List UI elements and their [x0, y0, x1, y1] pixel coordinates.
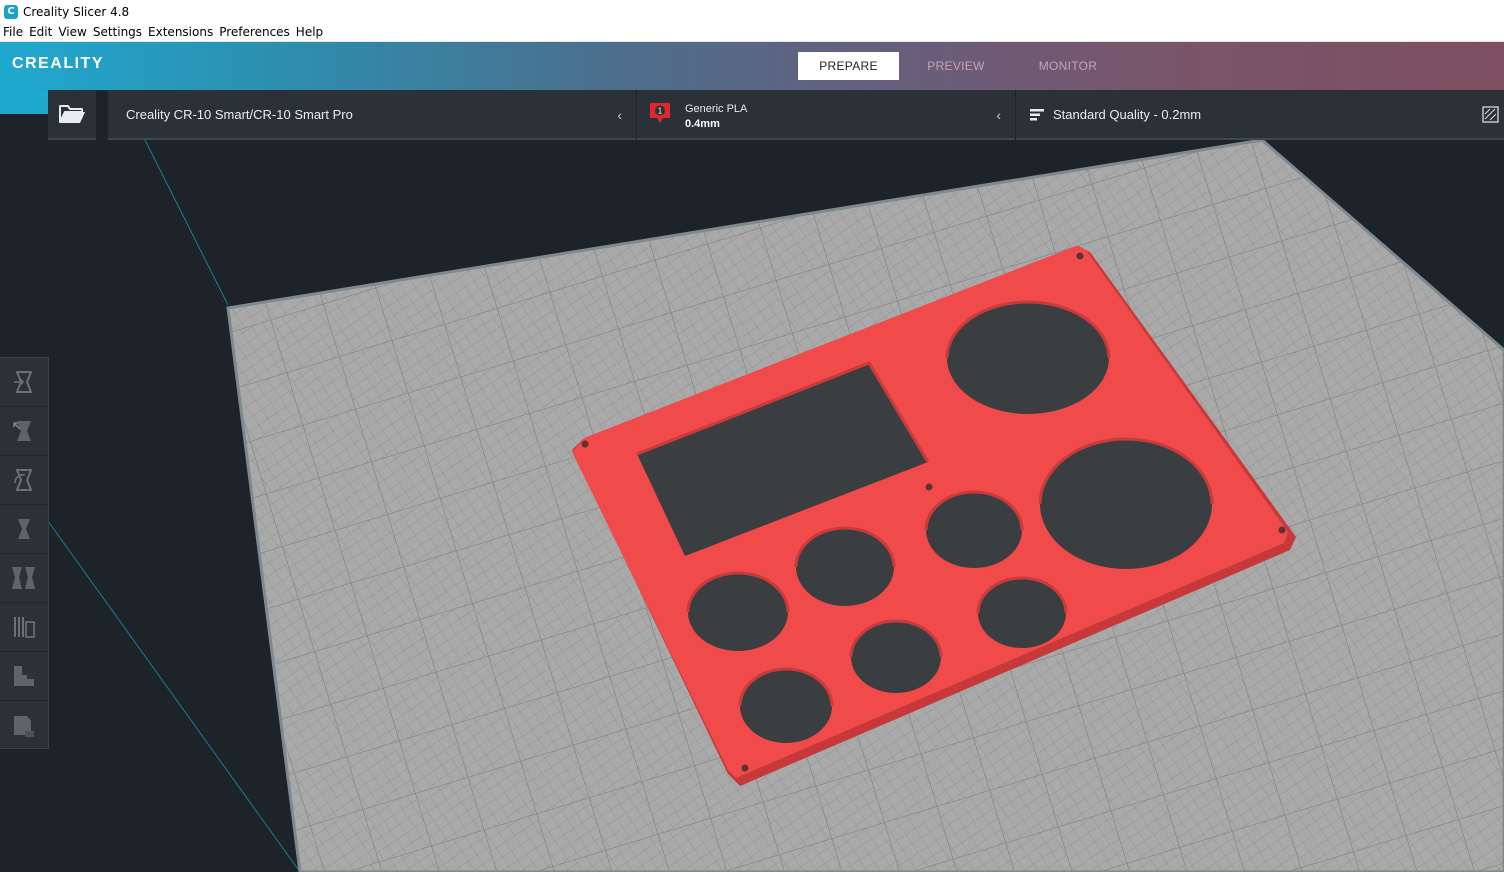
scale-tool-icon: [13, 421, 31, 441]
open-file-button[interactable]: [48, 90, 96, 140]
window-title: Creality Slicer 4.8: [23, 4, 130, 19]
rotate-tool-button[interactable]: [0, 456, 48, 505]
custom-support-icon: [14, 715, 34, 737]
title-bar: C Creality Slicer 4.8: [0, 0, 1504, 23]
material-selector[interactable]: 1 Generic PLA 0.4mm ‹: [637, 90, 1015, 140]
support-blocker-icon: [14, 617, 35, 638]
menu-file[interactable]: File: [0, 25, 26, 39]
rotate-tool-icon: [14, 469, 33, 491]
collapse-panel-icon[interactable]: [1482, 106, 1499, 123]
layer-view-icon: [14, 666, 34, 686]
nozzle-size: 0.4mm: [685, 118, 720, 130]
menu-edit[interactable]: Edit: [26, 25, 55, 39]
chevron-left-icon: ‹: [617, 107, 622, 123]
print-settings-selector[interactable]: Standard Quality - 0.2mm: [1016, 90, 1504, 140]
move-tool-icon: [14, 371, 33, 393]
menu-settings[interactable]: Settings: [90, 25, 145, 39]
mirror-tool-button[interactable]: [0, 505, 48, 554]
scale-tool-button[interactable]: [0, 407, 48, 456]
per-model-settings-icon: [12, 567, 35, 589]
tab-monitor[interactable]: MONITOR: [1016, 52, 1120, 80]
custom-support-button[interactable]: [0, 701, 48, 750]
chevron-left-icon: ‹: [996, 107, 1001, 123]
tab-preview[interactable]: PREVIEW: [906, 52, 1006, 80]
tool-panel: [0, 357, 49, 749]
app-icon: C: [4, 4, 18, 19]
extruder-number: 1: [658, 107, 663, 116]
menu-extensions[interactable]: Extensions: [145, 25, 216, 39]
per-model-settings-button[interactable]: [0, 554, 48, 603]
support-blocker-button[interactable]: [0, 603, 48, 652]
move-tool-button[interactable]: [0, 358, 48, 407]
quality-profile: Standard Quality - 0.2mm: [1053, 107, 1202, 122]
menu-view[interactable]: View: [55, 25, 89, 39]
creality-logo: CREALITY: [12, 55, 104, 72]
layer-view-button[interactable]: [0, 652, 48, 701]
3d-viewport[interactable]: [0, 90, 1504, 872]
stage-header: CREALITY PREPARE PREVIEW MONITOR: [0, 42, 1504, 90]
build-plate-scene[interactable]: [0, 90, 1504, 872]
printer-name: Creality CR-10 Smart/CR-10 Smart Pro: [126, 106, 353, 122]
material-info: Generic PLA 0.4mm: [685, 102, 747, 132]
printer-selector[interactable]: Creality CR-10 Smart/CR-10 Smart Pro ‹: [108, 90, 636, 140]
build-volume-edge: [139, 129, 229, 306]
menu-help[interactable]: Help: [293, 25, 326, 39]
folder-open-icon: [59, 105, 85, 123]
settings-list-icon: [1030, 109, 1044, 121]
extruder-badge-icon: 1: [650, 103, 670, 123]
menu-bar: File Edit View Settings Extensions Prefe…: [0, 23, 1504, 42]
tab-prepare[interactable]: PREPARE: [798, 52, 899, 80]
mirror-tool-icon: [18, 519, 30, 539]
top-toolbar: Creality CR-10 Smart/CR-10 Smart Pro ‹ 1…: [0, 90, 1504, 140]
material-name: Generic PLA: [685, 103, 748, 115]
menu-preferences[interactable]: Preferences: [216, 25, 293, 39]
